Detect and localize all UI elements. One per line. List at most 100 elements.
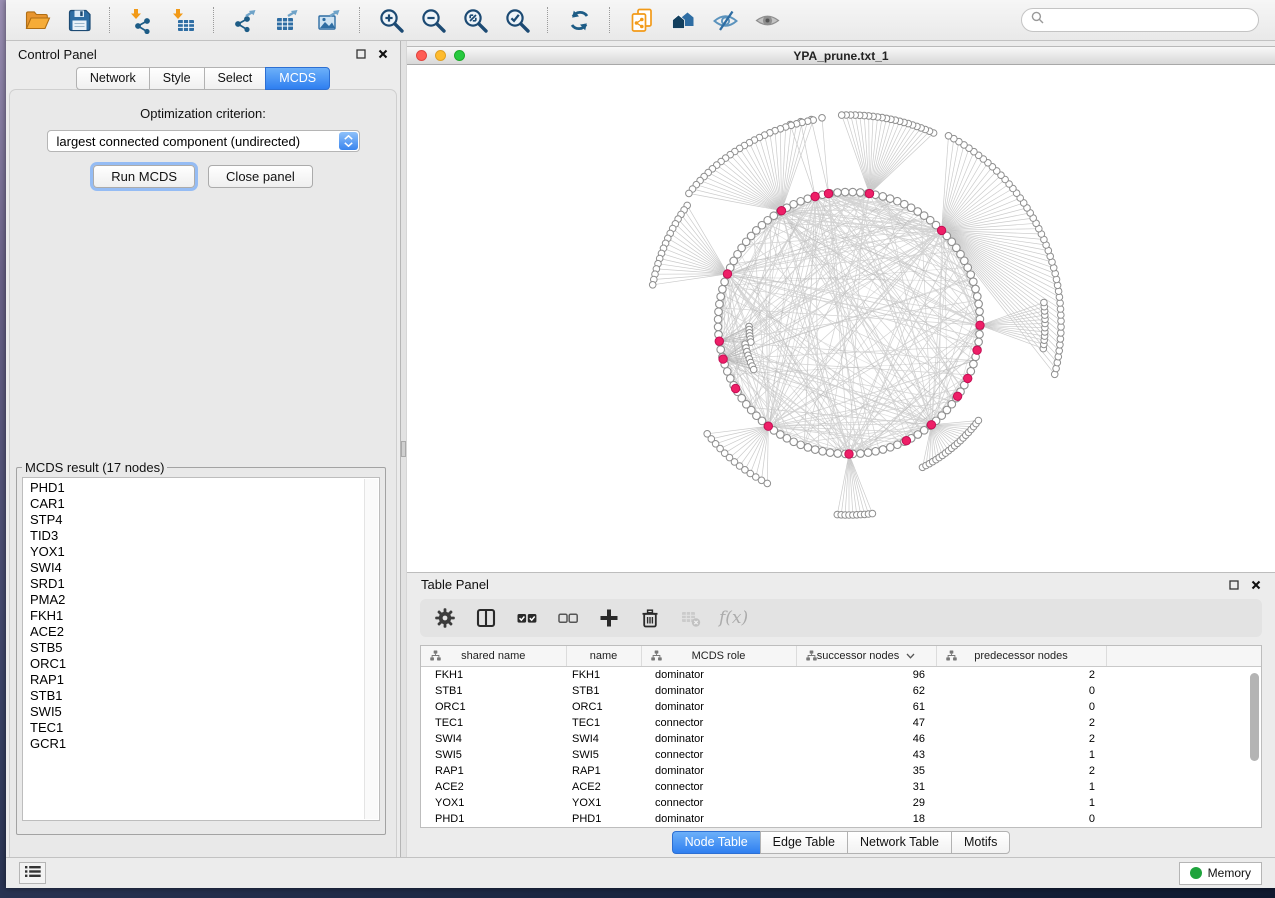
memory-button[interactable]: Memory (1179, 862, 1262, 885)
mcds-result-item[interactable]: FKH1 (23, 608, 379, 624)
cell-mcds-role: connector (641, 747, 796, 763)
zoom-fit-button[interactable] (456, 3, 494, 37)
search-box (1021, 8, 1259, 32)
cell-name: STB1 (566, 683, 641, 699)
import-network-button[interactable] (122, 3, 160, 37)
cell-successor-nodes: 35 (796, 763, 936, 779)
mcds-result-item[interactable]: STB1 (23, 688, 379, 704)
float-table-panel-icon[interactable] (1228, 579, 1239, 590)
cell-shared-name: STB1 (421, 683, 566, 699)
export-table-button[interactable] (268, 3, 306, 37)
network-graph[interactable] (407, 65, 1275, 568)
show-columns-button[interactable] (473, 605, 499, 631)
column-header-predecessor-nodes[interactable]: predecessor nodes (936, 646, 1106, 667)
tab-select[interactable]: Select (204, 67, 266, 90)
first-neighbors-button[interactable] (664, 3, 702, 37)
zoom-selected-button[interactable] (498, 3, 536, 37)
tab-network[interactable]: Network (76, 67, 149, 90)
minimize-window-icon[interactable] (435, 50, 446, 61)
tab-edge-table[interactable]: Edge Table (760, 831, 847, 854)
mcds-result-item[interactable]: SWI4 (23, 560, 379, 576)
cell-shared-name: SWI5 (421, 747, 566, 763)
select-all-rows-button[interactable] (514, 605, 540, 631)
mcds-result-item[interactable]: CAR1 (23, 496, 379, 512)
zoom-in-button[interactable] (372, 3, 410, 37)
mcds-result-item[interactable]: STP4 (23, 512, 379, 528)
table-row[interactable]: TEC1TEC1connector472 (421, 715, 1261, 731)
float-panel-icon[interactable] (355, 49, 366, 60)
table-row[interactable]: RAP1RAP1dominator352 (421, 763, 1261, 779)
table-settings-button[interactable] (432, 605, 458, 631)
mcds-result-item[interactable]: TEC1 (23, 720, 379, 736)
cell-successor-nodes: 31 (796, 779, 936, 795)
export-image-button[interactable] (310, 3, 348, 37)
cell-filler (1106, 667, 1261, 684)
control-panel: Control Panel NetworkStyleSelectMCDS Opt… (6, 41, 400, 857)
cell-predecessor-nodes: 2 (936, 667, 1106, 684)
close-panel-button[interactable]: Close panel (208, 165, 313, 188)
table-scrollbar-thumb[interactable] (1250, 673, 1259, 761)
deselect-all-rows-button[interactable] (555, 605, 581, 631)
refresh-layout-button[interactable] (560, 3, 598, 37)
column-header-successor-nodes[interactable]: successor nodes (796, 646, 936, 667)
mcds-result-item[interactable]: PHD1 (23, 480, 379, 496)
import-table-button[interactable] (164, 3, 202, 37)
mcds-result-item[interactable]: RAP1 (23, 672, 379, 688)
tab-node-table[interactable]: Node Table (672, 831, 760, 854)
mcds-result-item[interactable]: ACE2 (23, 624, 379, 640)
search-input[interactable] (1050, 12, 1249, 28)
table-row[interactable]: FKH1FKH1dominator962 (421, 667, 1261, 684)
mcds-result-item[interactable]: GCR1 (23, 736, 379, 752)
table-scrollbar[interactable] (1248, 668, 1259, 824)
close-panel-icon[interactable] (377, 49, 388, 60)
mcds-result-item[interactable]: YOX1 (23, 544, 379, 560)
cell-filler (1106, 747, 1261, 763)
table-row[interactable]: SWI4SWI4dominator462 (421, 731, 1261, 747)
save-session-button[interactable] (60, 3, 98, 37)
mcds-result-item[interactable]: SWI5 (23, 704, 379, 720)
clone-network-button[interactable] (622, 3, 660, 37)
column-header-name[interactable]: name (566, 646, 641, 667)
table-row[interactable]: STB1STB1dominator620 (421, 683, 1261, 699)
optimization-criterion-select[interactable]: largest connected component (undirected) (47, 130, 360, 152)
table-row[interactable]: ORC1ORC1dominator610 (421, 699, 1261, 715)
show-all-button[interactable] (748, 3, 786, 37)
mcds-result-item[interactable]: TID3 (23, 528, 379, 544)
table-row[interactable]: PHD1PHD1dominator180 (421, 811, 1261, 827)
table-row[interactable]: SWI5SWI5connector431 (421, 747, 1261, 763)
network-canvas[interactable] (407, 65, 1275, 572)
hide-selected-button[interactable] (706, 3, 744, 37)
tab-motifs[interactable]: Motifs (951, 831, 1010, 854)
mcds-result-item[interactable]: SRD1 (23, 576, 379, 592)
vertical-splitter[interactable] (400, 41, 407, 857)
mcds-result-item[interactable]: STB5 (23, 640, 379, 656)
splitter-handle[interactable] (401, 441, 406, 457)
column-header-MCDS-role[interactable]: MCDS role (641, 646, 796, 667)
open-session-button[interactable] (18, 3, 56, 37)
column-header-shared-name[interactable]: shared name (421, 646, 566, 667)
table-row[interactable]: ACE2ACE2connector311 (421, 779, 1261, 795)
close-table-panel-icon[interactable] (1250, 579, 1261, 590)
run-mcds-button[interactable]: Run MCDS (93, 165, 195, 188)
show-panels-list-button[interactable] (19, 862, 46, 884)
cell-filler (1106, 715, 1261, 731)
close-window-icon[interactable] (416, 50, 427, 61)
cell-successor-nodes: 62 (796, 683, 936, 699)
toolbar-separator (547, 7, 549, 33)
cell-predecessor-nodes: 2 (936, 763, 1106, 779)
maximize-window-icon[interactable] (454, 50, 465, 61)
mcds-list-scrollbar[interactable] (364, 479, 378, 819)
tab-mcds[interactable]: MCDS (265, 67, 330, 90)
add-column-button[interactable] (596, 605, 622, 631)
tab-network-table[interactable]: Network Table (847, 831, 951, 854)
mcds-result-group: MCDS result (17 nodes) PHD1CAR1STP4TID3Y… (16, 460, 386, 835)
mcds-result-item[interactable]: PMA2 (23, 592, 379, 608)
table-row[interactable]: YOX1YOX1connector291 (421, 795, 1261, 811)
delete-column-button[interactable] (637, 605, 663, 631)
delete-table-button (678, 605, 704, 631)
network-window: YPA_prune.txt_1 (407, 46, 1275, 572)
export-network-button[interactable] (226, 3, 264, 37)
zoom-out-button[interactable] (414, 3, 452, 37)
mcds-result-item[interactable]: ORC1 (23, 656, 379, 672)
tab-style[interactable]: Style (149, 67, 204, 90)
